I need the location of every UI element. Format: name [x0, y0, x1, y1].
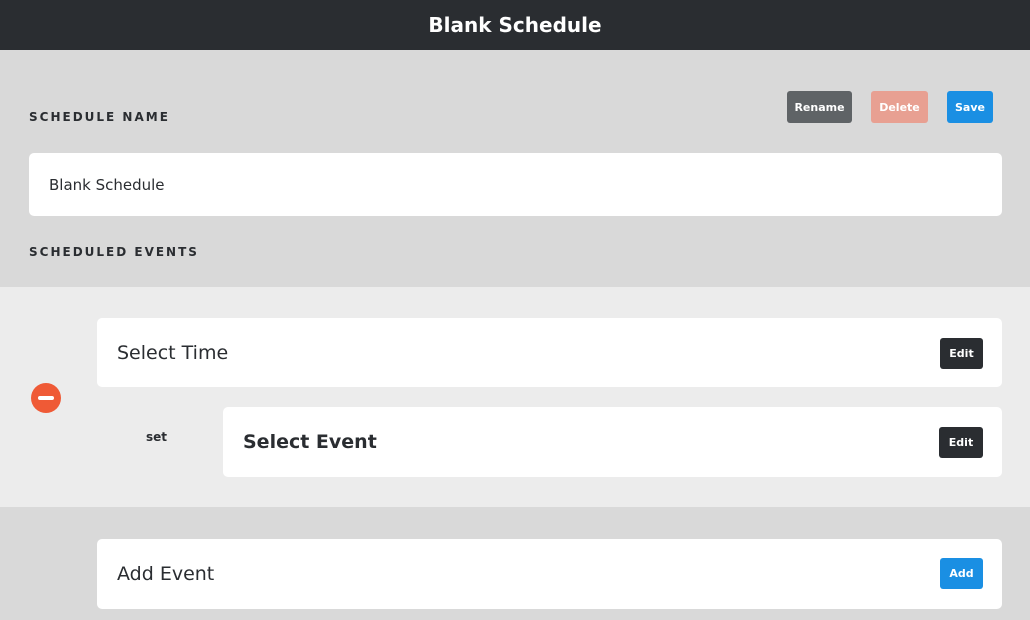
- select-event-card[interactable]: Select Event Edit: [223, 407, 1002, 477]
- add-event-button[interactable]: Add: [940, 558, 983, 589]
- schedule-name-label: SCHEDULE NAME: [29, 110, 170, 124]
- delete-button[interactable]: Delete: [871, 91, 928, 123]
- minus-circle-icon: [38, 396, 54, 400]
- action-label: set: [146, 430, 168, 444]
- schedule-name-input[interactable]: Blank Schedule: [29, 153, 1002, 216]
- save-button[interactable]: Save: [947, 91, 993, 123]
- remove-event-button[interactable]: [31, 383, 61, 413]
- page-title: Blank Schedule: [428, 13, 602, 37]
- edit-event-button[interactable]: Edit: [939, 427, 983, 458]
- scheduled-event-row: Select Time Edit set Select Event Edit: [0, 287, 1030, 507]
- top-bar: Blank Schedule: [0, 0, 1030, 50]
- add-event-label: Add Event: [117, 563, 215, 585]
- rename-button[interactable]: Rename: [787, 91, 852, 123]
- select-time-label: Select Time: [117, 341, 229, 364]
- schedule-settings-section: SCHEDULE NAME Rename Delete Save Blank S…: [0, 50, 1030, 287]
- add-event-section: Add Event Add: [0, 507, 1030, 620]
- select-event-label: Select Event: [243, 431, 377, 453]
- add-event-card: Add Event Add: [97, 539, 1002, 609]
- scheduled-events-label: SCHEDULED EVENTS: [29, 245, 199, 259]
- edit-time-button[interactable]: Edit: [940, 338, 983, 369]
- select-time-card[interactable]: Select Time Edit: [97, 318, 1002, 387]
